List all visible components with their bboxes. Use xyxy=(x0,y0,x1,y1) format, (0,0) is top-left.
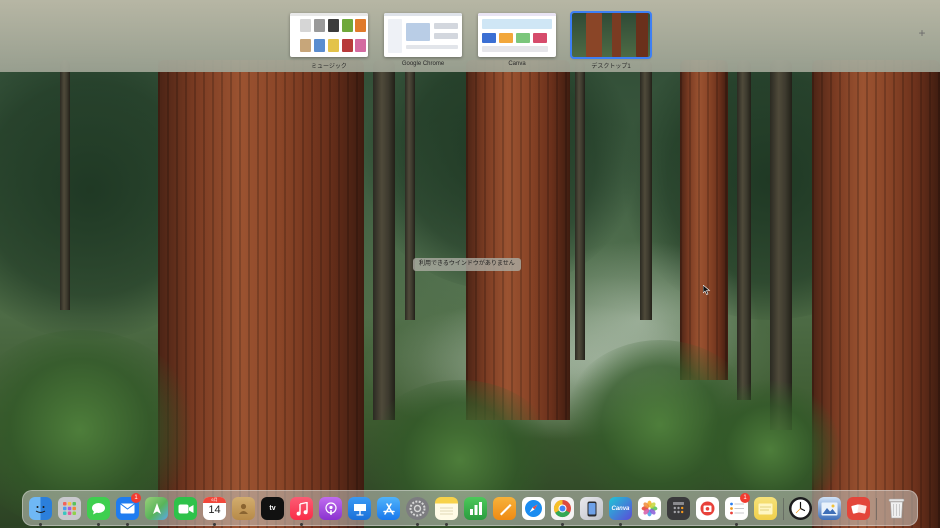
mail-unread-badge: 1 xyxy=(131,493,141,503)
mouse-pointer-icon xyxy=(703,285,711,295)
dock: 1 6月 14 tv Canva 1 xyxy=(22,490,918,526)
contacts-icon[interactable] xyxy=(232,497,255,520)
pages-icon[interactable] xyxy=(493,497,516,520)
no-windows-message: 利用できるウインドウがありません xyxy=(413,258,521,271)
music-icon[interactable] xyxy=(290,497,313,520)
calculator-icon[interactable] xyxy=(667,497,690,520)
running-indicator xyxy=(561,523,564,526)
keynote-icon[interactable] xyxy=(348,497,371,520)
reminders-badge: 1 xyxy=(740,493,750,503)
chrome-window-thumbnail[interactable] xyxy=(384,13,462,57)
preview-icon[interactable] xyxy=(818,497,841,520)
messages-icon[interactable] xyxy=(87,497,110,520)
numbers-icon[interactable] xyxy=(464,497,487,520)
launchpad-icon[interactable] xyxy=(58,497,81,520)
desktop-wallpaper-thumbnail[interactable] xyxy=(570,11,652,59)
photo-slideshow-icon[interactable] xyxy=(847,497,870,520)
running-indicator xyxy=(735,523,738,526)
safari-icon[interactable] xyxy=(522,497,545,520)
running-indicator xyxy=(213,523,216,526)
calendar-day: 14 xyxy=(208,504,221,516)
photo-booth-icon[interactable] xyxy=(696,497,719,520)
space-google-chrome[interactable]: Google Chrome xyxy=(384,13,462,67)
canva-icon[interactable]: Canva xyxy=(609,497,632,520)
trash-icon[interactable] xyxy=(885,497,908,520)
space-label: デスクトップ1 xyxy=(591,64,631,70)
plus-icon[interactable]: + xyxy=(916,27,928,39)
space-canva[interactable]: Canva xyxy=(478,13,556,67)
space-desktop-1[interactable]: デスクトップ1 xyxy=(570,11,652,70)
dock-separator xyxy=(876,498,877,520)
stickies-icon[interactable] xyxy=(754,497,777,520)
space-label: Canva xyxy=(508,61,526,67)
facetime-icon[interactable] xyxy=(174,497,197,520)
calendar-icon[interactable]: 6月 14 xyxy=(203,497,226,520)
running-indicator xyxy=(619,523,622,526)
chrome-icon[interactable] xyxy=(551,497,574,520)
space-music[interactable]: ミュージック xyxy=(290,13,368,70)
space-label: Google Chrome xyxy=(401,61,445,67)
running-indicator xyxy=(126,523,129,526)
iphone-mirroring-icon[interactable] xyxy=(580,497,603,520)
finder-icon[interactable] xyxy=(29,497,52,520)
system-settings-icon[interactable] xyxy=(406,497,429,520)
running-indicator xyxy=(97,523,100,526)
photos-icon[interactable] xyxy=(638,497,661,520)
notes-icon[interactable] xyxy=(435,497,458,520)
running-indicator xyxy=(39,523,42,526)
mission-control-spaces-bar: ミュージック Google Chrome Canva デスクトップ1 + xyxy=(0,0,940,72)
clock-icon[interactable] xyxy=(789,497,812,520)
app-store-icon[interactable] xyxy=(377,497,400,520)
running-indicator xyxy=(445,523,448,526)
music-window-thumbnail[interactable] xyxy=(290,13,368,57)
running-indicator xyxy=(300,523,303,526)
maps-icon[interactable] xyxy=(145,497,168,520)
space-label: ミュージック xyxy=(311,64,347,70)
podcasts-icon[interactable] xyxy=(319,497,342,520)
canva-window-thumbnail[interactable] xyxy=(478,13,556,57)
running-indicator xyxy=(416,523,419,526)
apple-tv-icon[interactable]: tv xyxy=(261,497,284,520)
dock-separator xyxy=(783,498,784,520)
